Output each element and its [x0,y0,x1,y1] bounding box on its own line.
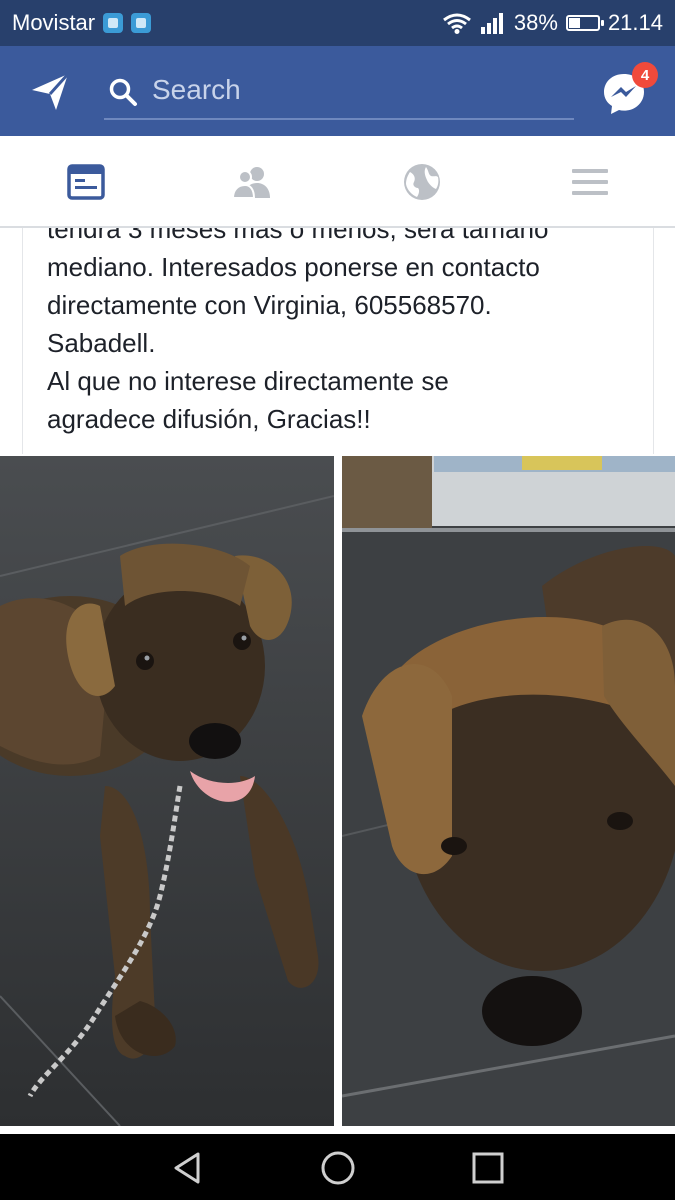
carrier-label: Movistar [12,10,96,35]
post-text: tendrá 3 meses más o menos, será tamaño … [47,228,647,438]
globe-icon[interactable] [402,162,442,202]
app-notification-icon [103,13,124,33]
signal-icon [480,13,503,34]
wifi-icon [442,13,471,34]
battery-icon [565,15,604,31]
post-text-line: Sabadell. [47,328,156,358]
recents-icon[interactable] [468,1148,508,1188]
search-underline [104,118,574,120]
tab-bar [0,136,675,228]
post-text-line: Al que no interese directamente se [47,366,449,396]
puppy-photo-right[interactable] [342,456,675,1126]
clock: 21.14 [607,10,663,35]
messenger-badge: 4 [632,62,658,88]
post-body: tendrá 3 meses más o menos, será tamaño … [22,228,654,454]
share-icon[interactable] [28,70,72,114]
menu-icon[interactable] [570,162,610,202]
search-icon[interactable] [108,77,138,107]
search-input[interactable] [152,70,572,110]
battery-percent: 38% [513,10,558,35]
app-notification-icon [131,13,152,33]
news-feed-icon[interactable] [66,162,106,202]
status-bar: Movistar 38% 21.14 [0,0,675,46]
app-header: 4 [0,46,675,136]
post-text-line: directamente con Virginia, 605568570. [47,290,492,320]
post-text-line: tendrá 3 meses más o menos, será tamaño [47,228,549,244]
puppy-photo-left[interactable] [0,456,334,1126]
home-icon[interactable] [318,1148,358,1188]
post-text-line: agradece difusión, Gracias!! [47,404,371,434]
post-text-line: mediano. Interesados ponerse en contacto [47,252,540,282]
friends-icon[interactable] [232,162,272,202]
back-icon[interactable] [168,1148,208,1188]
navigation-bar [0,1134,675,1200]
